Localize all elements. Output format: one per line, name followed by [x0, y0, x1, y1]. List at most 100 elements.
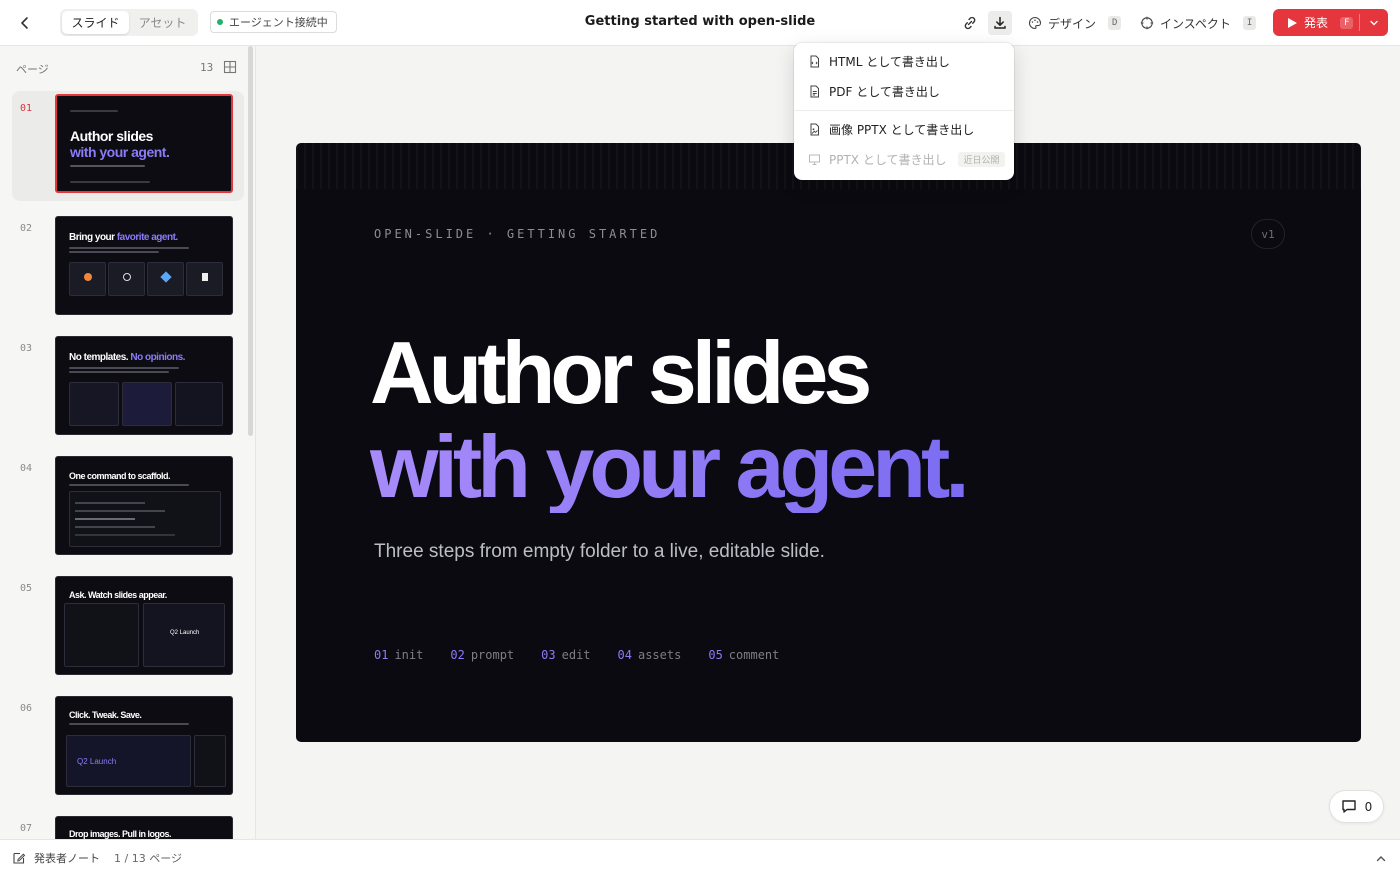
download-icon [994, 16, 1006, 29]
export-menu: HTML として書き出し PDF として書き出し 画像 PPTX として書き出し… [794, 43, 1014, 180]
pages-count: 13 [200, 61, 214, 74]
thumb-subtitle [69, 484, 189, 486]
design-label: デザイン [1048, 16, 1097, 31]
export-pdf-label: PDF として書き出し [829, 84, 940, 99]
step-item: 03 edit [541, 648, 591, 662]
export-image-pptx-item[interactable]: 画像 PPTX として書き出し [800, 115, 1008, 143]
tab-slides[interactable]: スライド [62, 11, 129, 34]
html-file-icon [810, 55, 819, 67]
present-button[interactable]: 発表 F [1273, 9, 1388, 36]
thumb-title: Bring your favorite agent. [69, 232, 178, 243]
edit-note-icon [13, 852, 26, 864]
present-options-button[interactable] [1360, 18, 1388, 28]
thumb-card [108, 262, 145, 296]
menu-divider [794, 110, 1014, 111]
agent-status-badge[interactable]: エージェント接続中 [210, 11, 337, 33]
chevron-left-icon [21, 17, 28, 29]
step-item: 04 assets [617, 648, 682, 662]
thumb-preview: Q2 Launch [143, 603, 225, 667]
thumb-subtitle [69, 367, 179, 369]
agent-logo-icon [202, 273, 208, 281]
thumb-card-label: Q2 Launch [170, 630, 200, 636]
crosshair-icon [1140, 16, 1154, 30]
page-number: 03 [20, 343, 33, 354]
page-thumbnail[interactable]: Ask. Watch slides appear. Q2 Launch [55, 576, 233, 675]
thumb-subtitle [70, 165, 145, 167]
play-icon [1288, 17, 1297, 28]
step-item: 01 init [374, 648, 424, 662]
copy-link-button[interactable] [958, 11, 982, 35]
slide-headline-accent: with your agent. [370, 417, 970, 516]
back-button[interactable] [14, 12, 36, 34]
agent-logo-icon [123, 273, 131, 281]
terminal-line [75, 518, 135, 520]
page-number: 01 [20, 103, 33, 114]
export-html-item[interactable]: HTML として書き出し [800, 47, 1008, 75]
inspect-button[interactable]: インスペクト I [1140, 11, 1257, 35]
comments-count: 0 [1364, 799, 1373, 814]
present-main-button[interactable]: 発表 F [1273, 9, 1359, 36]
pdf-file-icon [810, 85, 819, 97]
comment-icon [1341, 800, 1356, 813]
inspect-label: インスペクト [1160, 16, 1231, 31]
terminal-line [75, 510, 165, 512]
slide-eyebrow: OPEN-SLIDE · GETTING STARTED [374, 227, 661, 241]
terminal-line [75, 502, 145, 504]
thumb-card [147, 262, 184, 296]
tab-assets[interactable]: アセット [129, 11, 196, 34]
page-indicator: 1 / 13 ページ [114, 852, 182, 865]
page-number: 02 [20, 223, 33, 234]
thumb-title-plain: Bring your [69, 232, 117, 243]
page-thumbnail[interactable]: One command to scaffold. [55, 456, 233, 555]
slide-headline: Author slides [370, 323, 872, 422]
export-pptx-item: PPTX として書き出し 近日公開 [800, 145, 1008, 173]
thumb-card [175, 382, 223, 426]
agent-status-text: エージェント接続中 [229, 16, 328, 29]
thumb-title: One command to scaffold. [69, 471, 171, 481]
comments-button[interactable]: 0 [1329, 790, 1384, 823]
thumb-subtitle [69, 371, 169, 373]
agent-logo-icon [84, 273, 92, 281]
thumb-panel [194, 735, 226, 787]
page-thumbnail[interactable]: Click. Tweak. Save. Q2 Launch [55, 696, 233, 795]
speaker-notes-label: 発表者ノート [34, 852, 100, 865]
thumb-title-plain: No templates. [69, 352, 131, 363]
thumb-title: No templates. No opinions. [69, 352, 185, 363]
page-thumbnail[interactable]: No templates. No opinions. [55, 336, 233, 435]
terminal-line [75, 526, 155, 528]
slide-subtitle: Three steps from empty folder to a live,… [374, 541, 825, 562]
page-thumbnail[interactable]: Bring your favorite agent. [55, 216, 233, 315]
speaker-notes-toggle[interactable]: 発表者ノート 1 / 13 ページ [12, 850, 182, 866]
export-image-pptx-label: 画像 PPTX として書き出し [829, 122, 975, 137]
document-title: Getting started with open-slide [584, 14, 816, 29]
design-shortcut: D [1108, 16, 1122, 30]
link-icon [964, 16, 976, 30]
page-thumbnail[interactable]: Author slides with your agent. [55, 94, 233, 193]
page-thumbnail[interactable]: Drop images. Pull in logos. [55, 816, 233, 839]
thumb-steps [70, 181, 150, 183]
image-file-icon [810, 123, 819, 135]
page-number: 04 [20, 463, 33, 474]
inspect-shortcut: I [1242, 16, 1257, 30]
status-dot-icon [217, 19, 223, 25]
step-item: 02 prompt [450, 648, 515, 662]
chevron-down-icon [1370, 20, 1378, 25]
thumb-chat [64, 603, 139, 667]
grid-view-button[interactable] [223, 59, 237, 74]
slide-preview[interactable]: OPEN-SLIDE · GETTING STARTED v1 Author s… [296, 143, 1361, 742]
thumb-title-accent: No opinions. [130, 352, 185, 363]
sidebar-scrollbar[interactable] [248, 46, 253, 436]
export-pdf-item[interactable]: PDF として書き出し [800, 77, 1008, 105]
thumb-subtitle [69, 251, 159, 253]
design-button[interactable]: デザイン D [1028, 11, 1122, 35]
thumb-card-label: Q2 Launch [77, 757, 117, 766]
thumb-subtitle [69, 723, 189, 725]
version-badge: v1 [1251, 219, 1285, 249]
thumb-subtitle [69, 247, 189, 249]
thumb-title-accent: favorite agent. [116, 232, 178, 243]
pages-sidebar: ページ 13 01 Author slides with your agent.… [0, 46, 256, 839]
expand-notes-button[interactable] [1374, 851, 1388, 865]
export-button[interactable] [988, 11, 1012, 35]
bottom-bar: 発表者ノート 1 / 13 ページ [0, 839, 1400, 875]
thumb-terminal [69, 491, 221, 547]
